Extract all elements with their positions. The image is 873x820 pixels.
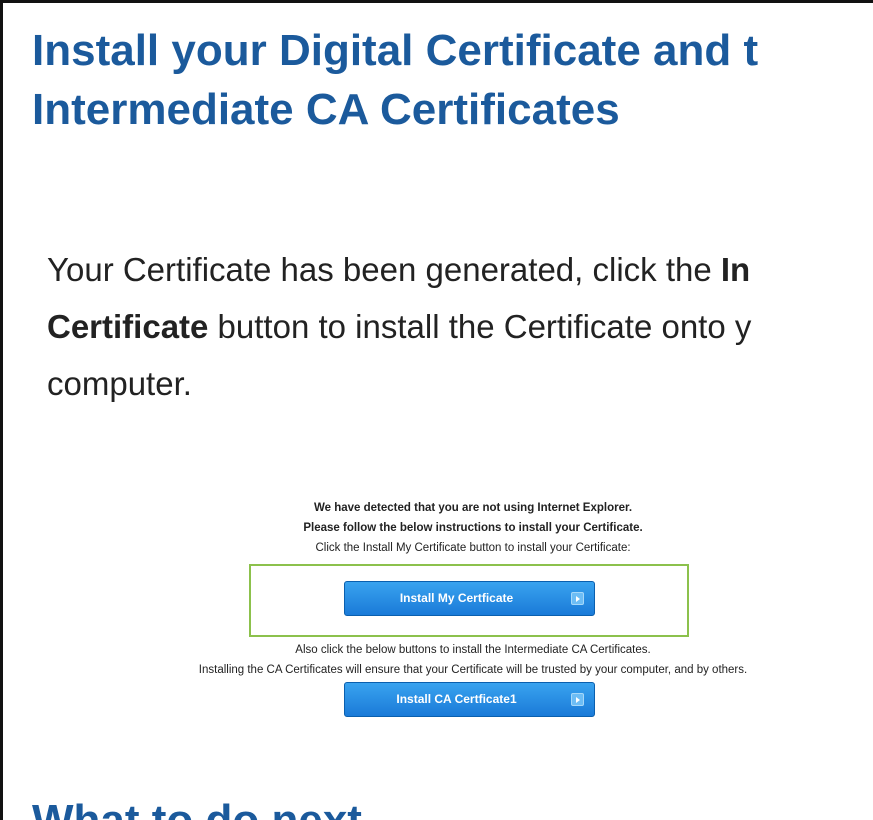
intro-paragraph: Your Certificate has been generated, cli… bbox=[47, 241, 873, 412]
follow-instructions-text: Please follow the below instructions to … bbox=[303, 522, 643, 534]
also-click-text: Also click the below buttons to install … bbox=[295, 644, 651, 656]
install-my-certificate-button[interactable]: Install My Certficate bbox=[344, 581, 595, 616]
intro-line-2: Certificate button to install the Certif… bbox=[47, 298, 873, 355]
page-title-line-2: Intermediate CA Certificates bbox=[32, 85, 620, 134]
trust-note-text: Installing the CA Certificates will ensu… bbox=[198, 664, 748, 676]
page-frame: Install your Digital Certificate and t I… bbox=[0, 0, 873, 820]
intro-line-1: Your Certificate has been generated, cli… bbox=[47, 241, 873, 298]
install-ca-certificate-button[interactable]: Install CA Certficate1 bbox=[344, 682, 595, 717]
intro-line-1-text: Your Certificate has been generated, cli… bbox=[47, 251, 721, 288]
intro-line-1-bold: In bbox=[720, 251, 751, 288]
intro-line-3: computer. bbox=[47, 365, 192, 402]
install-ca-certificate-label: Install CA Certficate1 bbox=[396, 692, 517, 706]
page-title-line-1: Install your Digital Certificate and t bbox=[32, 26, 759, 75]
page-title: Install your Digital Certificate and t I… bbox=[32, 21, 873, 139]
click-instruction-text: Click the Install My Certificate button … bbox=[315, 542, 631, 554]
section-heading-next-steps: What to do next bbox=[32, 791, 362, 820]
play-arrow-icon bbox=[571, 693, 584, 706]
install-my-certificate-label: Install My Certficate bbox=[399, 591, 514, 605]
intro-line-2-text: button to install the Certificate onto y bbox=[208, 308, 752, 345]
browser-detect-notice: We have detected that you are not using … bbox=[313, 502, 633, 514]
intro-line-2-bold: Certificate bbox=[47, 308, 209, 345]
play-arrow-icon bbox=[571, 592, 584, 605]
